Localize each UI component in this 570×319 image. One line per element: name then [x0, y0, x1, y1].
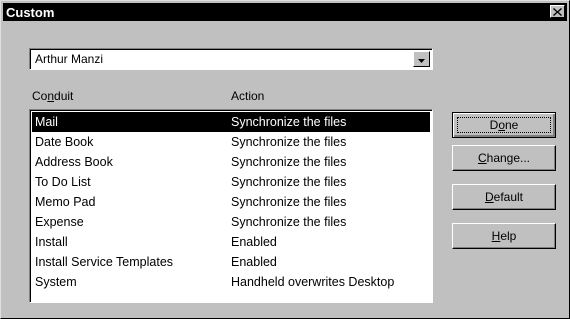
conduit-column-header: Conduit [32, 89, 73, 103]
focus-rectangle [457, 117, 551, 133]
list-item[interactable]: Install Service Templates Enabled [32, 252, 430, 272]
close-button[interactable] [550, 5, 565, 18]
list-item[interactable]: Address Book Synchronize the files [32, 152, 430, 172]
window-title: Custom [6, 4, 55, 20]
conduit-name: Install [35, 235, 68, 249]
conduit-name: Mail [35, 115, 58, 129]
conduit-action: Synchronize the files [231, 155, 347, 169]
conduit-name: Address Book [35, 155, 113, 169]
user-select-dropdown-button[interactable] [413, 51, 430, 67]
chevron-down-icon [418, 52, 425, 66]
list-item[interactable]: To Do List Synchronize the files [32, 172, 430, 192]
default-button[interactable]: Default [452, 184, 556, 210]
conduit-name: Expense [35, 215, 84, 229]
help-button-label: Help [491, 229, 517, 243]
list-item[interactable]: Install Enabled [32, 232, 430, 252]
conduit-list[interactable]: Mail Synchronize the files Date Book Syn… [29, 109, 433, 303]
conduit-action: Synchronize the files [231, 195, 347, 209]
conduit-action: Handheld overwrites Desktop [231, 275, 395, 289]
conduit-name: To Do List [35, 175, 91, 189]
title-bar[interactable]: Custom [3, 3, 567, 21]
conduit-name: System [35, 275, 77, 289]
close-icon [553, 5, 562, 19]
list-item[interactable]: Date Book Synchronize the files [32, 132, 430, 152]
custom-dialog: Custom Arthur Manzi Conduit Action Mail … [0, 0, 570, 319]
list-item[interactable]: Mail Synchronize the files [32, 112, 430, 132]
conduit-action: Synchronize the files [231, 215, 347, 229]
user-select-value: Arthur Manzi [35, 52, 104, 66]
default-button-label: Default [484, 190, 524, 204]
conduit-header-text-rest: duit [54, 89, 74, 103]
conduit-action: Synchronize the files [231, 135, 347, 149]
change-button[interactable]: Change... [452, 145, 556, 171]
list-item[interactable]: System Handheld overwrites Desktop [32, 272, 430, 292]
list-item[interactable]: Memo Pad Synchronize the files [32, 192, 430, 212]
change-button-label: Change... [477, 151, 531, 165]
conduit-action: Enabled [231, 235, 277, 249]
action-column-header: Action [231, 89, 265, 103]
done-button[interactable]: Done [452, 112, 556, 138]
conduit-name: Memo Pad [35, 195, 96, 209]
conduit-action: Synchronize the files [231, 115, 347, 129]
conduit-header-text: Co [32, 89, 48, 103]
help-button[interactable]: Help [452, 223, 556, 249]
conduit-action: Enabled [231, 255, 277, 269]
user-select[interactable]: Arthur Manzi [29, 48, 433, 70]
conduit-action: Synchronize the files [231, 175, 347, 189]
conduit-name: Date Book [35, 135, 94, 149]
list-item[interactable]: Expense Synchronize the files [32, 212, 430, 232]
conduit-name: Install Service Templates [35, 255, 174, 269]
